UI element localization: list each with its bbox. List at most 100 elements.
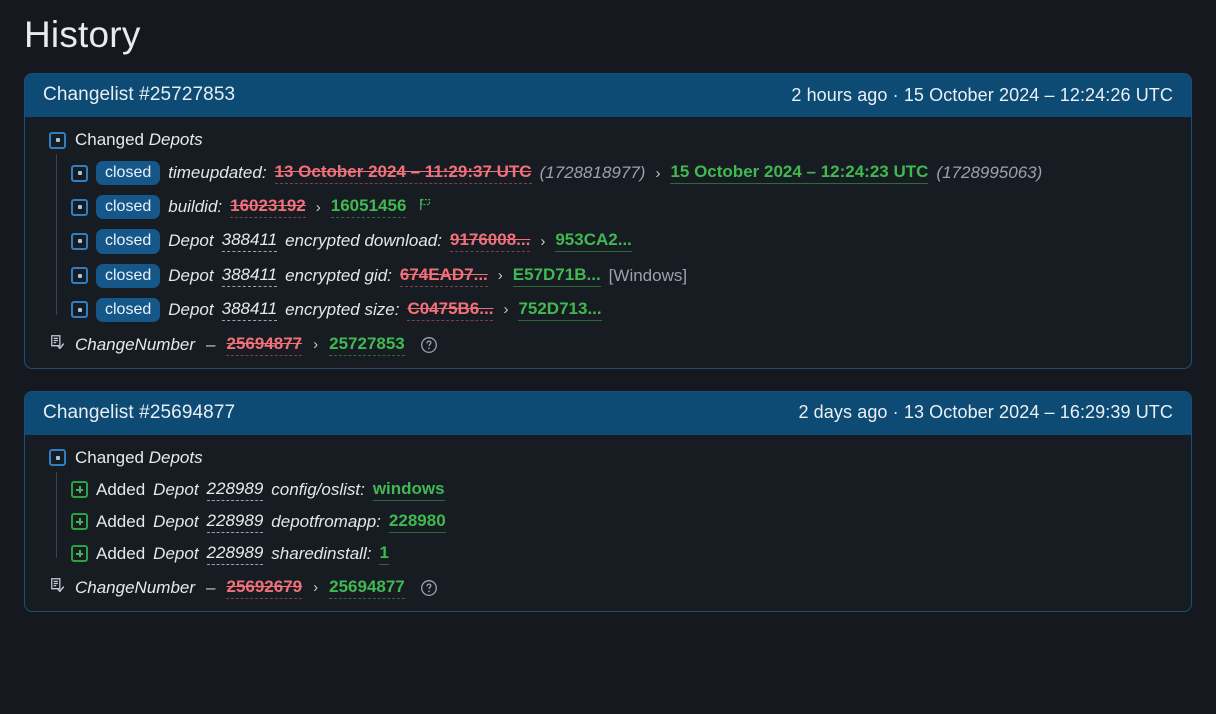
old-value: 16023192: [230, 196, 306, 219]
dot-square-icon: [71, 198, 88, 216]
old-changenumber[interactable]: 25694877: [226, 334, 303, 356]
depot-id[interactable]: 388411: [221, 299, 278, 321]
changelist-title[interactable]: Changelist #25727853: [43, 84, 235, 106]
group-label: Changed Depots: [75, 130, 203, 150]
old-epoch: (1728818977): [539, 163, 646, 183]
depot-id[interactable]: 228989: [206, 479, 264, 501]
depot-prefix: Depot: [153, 479, 199, 499]
document-check-icon: [49, 334, 66, 356]
depot-prefix: Depot: [153, 543, 199, 563]
field-label: sharedinstall:: [271, 543, 372, 563]
dot-square-icon: [71, 301, 88, 319]
dot-square-icon: [71, 164, 88, 182]
changelist-title[interactable]: Changelist #25694877: [43, 402, 235, 424]
group-label: Changed Depots: [75, 448, 203, 468]
changelist-card: Changelist #25694877 2 days ago · 13 Oct…: [24, 390, 1192, 612]
group-name: Depots: [148, 447, 203, 467]
new-epoch: (1728995063): [936, 163, 1043, 183]
change-row: closed Depot 388411 encrypted download: …: [71, 224, 1175, 258]
help-circle-icon[interactable]: [420, 579, 438, 597]
old-value: 9176008...: [449, 230, 531, 253]
arrow-separator: ›: [313, 579, 319, 597]
plus-square-icon: [71, 481, 88, 499]
depot-id[interactable]: 228989: [206, 543, 264, 565]
arrow-separator: ›: [313, 336, 319, 354]
field-label: encrypted download:: [285, 231, 442, 251]
change-row: closed timeupdated: 13 October 2024 – 11…: [71, 156, 1175, 190]
new-value: 1: [379, 543, 389, 565]
changelist-timestamp: 2 hours ago · 15 October 2024 – 12:24:26…: [791, 84, 1173, 105]
changenumber-footer: ChangeNumber – 25694877 › 25727853: [41, 327, 1175, 358]
group-prefix: Changed: [75, 447, 149, 467]
old-value: C0475B6...: [407, 299, 494, 321]
page-title: History: [24, 14, 141, 55]
dot-square-icon: [49, 449, 66, 467]
dash-separator: –: [206, 334, 216, 354]
changelist-card: Changelist #25727853 2 hours ago · 15 Oc…: [24, 73, 1192, 369]
arrow-separator: ›: [503, 301, 509, 319]
group-name: Depots: [148, 130, 203, 149]
flag-icon[interactable]: [418, 197, 433, 217]
arrow-separator: ›: [497, 267, 503, 285]
change-row: Added Depot 228989 depotfromapp: 228980: [71, 506, 1175, 538]
changelist-timestamp: 2 days ago · 13 October 2024 – 16:29:39 …: [798, 402, 1173, 423]
change-row: closed buildid: 16023192 › 16051456: [71, 190, 1175, 224]
old-changenumber[interactable]: 25692679: [226, 577, 303, 599]
dot-square-icon: [49, 131, 66, 149]
field-label: encrypted size:: [285, 299, 400, 319]
field-label: depotfromapp:: [271, 511, 381, 531]
changed-rows-list: closed timeupdated: 13 October 2024 – 11…: [41, 154, 1175, 327]
platform-tag: [Windows]: [608, 265, 688, 285]
new-value: 752D713...: [518, 299, 602, 321]
status-badge: closed: [96, 263, 161, 288]
field-label: config/oslist:: [271, 479, 365, 499]
dot-square-icon: [71, 267, 88, 285]
new-changenumber[interactable]: 25727853: [329, 334, 405, 356]
changenumber-label: ChangeNumber: [75, 577, 196, 597]
action-label: Added: [96, 479, 146, 499]
action-label: Added: [96, 543, 146, 563]
changenumber-label: ChangeNumber: [75, 334, 196, 354]
field-label: encrypted gid:: [285, 265, 392, 285]
new-value: 953CA2...: [555, 230, 632, 253]
changelist-body: Changed Depots Added Depot 228989 config…: [25, 435, 1191, 611]
new-value[interactable]: 16051456: [330, 196, 407, 219]
dash-separator: –: [206, 577, 216, 597]
action-label: Added: [96, 511, 146, 531]
depot-id[interactable]: 388411: [221, 230, 278, 253]
status-badge: closed: [96, 195, 161, 220]
new-value: E57D71B...: [512, 265, 601, 287]
new-value: 15 October 2024 – 12:24:23 UTC: [670, 162, 929, 185]
field-label: buildid:: [168, 197, 223, 217]
depot-id[interactable]: 228989: [206, 511, 264, 533]
help-circle-icon[interactable]: [420, 336, 438, 354]
changelist-header: Changelist #25694877 2 days ago · 13 Oct…: [25, 391, 1191, 435]
arrow-separator: ›: [315, 198, 321, 216]
depot-prefix: Depot: [153, 511, 199, 531]
changelist-body: Changed Depots closed timeupdated: 13 Oc…: [25, 117, 1191, 368]
changed-depots-group: Changed Depots: [41, 447, 1175, 470]
arrow-separator: ›: [540, 232, 546, 250]
new-value[interactable]: 228980: [388, 511, 446, 533]
old-value: 13 October 2024 – 11:29:37 UTC: [274, 162, 532, 185]
depot-id[interactable]: 388411: [221, 265, 278, 287]
dot-square-icon: [71, 232, 88, 250]
history-page: History Changelist #25727853 2 hours ago…: [0, 0, 1216, 714]
status-badge: closed: [96, 161, 161, 186]
group-prefix: Changed: [75, 130, 149, 149]
new-changenumber[interactable]: 25694877: [329, 577, 405, 599]
field-label: timeupdated:: [168, 163, 267, 183]
changed-depots-group: Changed Depots: [41, 129, 1175, 152]
changelist-header: Changelist #25727853 2 hours ago · 15 Oc…: [25, 74, 1191, 117]
arrow-separator: ›: [655, 164, 661, 182]
changenumber-footer: ChangeNumber – 25692679 › 25694877: [41, 570, 1175, 601]
depot-prefix: Depot: [168, 265, 214, 285]
depot-prefix: Depot: [168, 231, 214, 251]
plus-square-icon: [71, 513, 88, 531]
change-row: Added Depot 228989 config/oslist: window…: [71, 474, 1175, 506]
change-row: Added Depot 228989 sharedinstall: 1: [71, 538, 1175, 570]
change-row: closed Depot 388411 encrypted gid: 674EA…: [71, 259, 1175, 293]
status-badge: closed: [96, 229, 161, 254]
new-value: windows: [372, 479, 445, 501]
changed-rows-list: Added Depot 228989 config/oslist: window…: [41, 471, 1175, 570]
